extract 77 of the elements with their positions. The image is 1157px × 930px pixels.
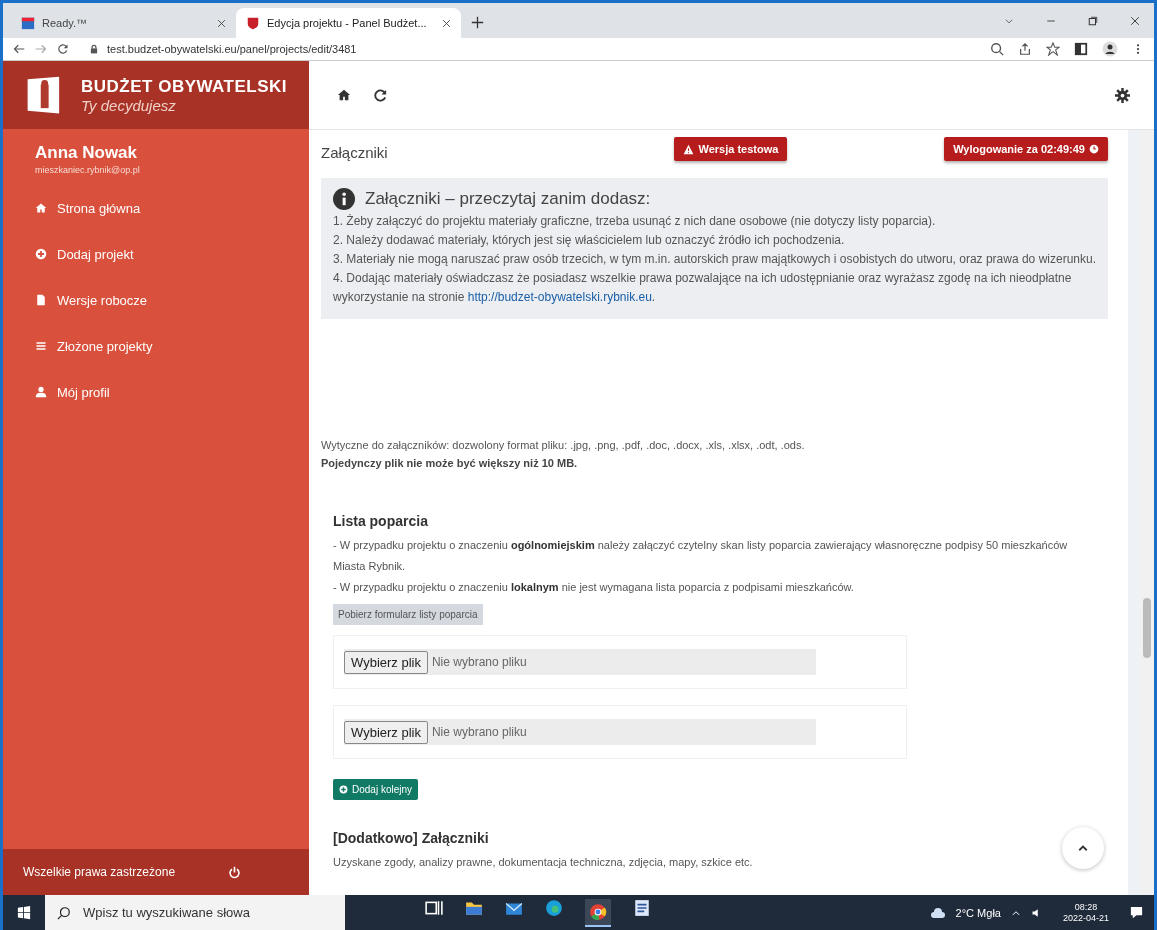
share-icon[interactable] xyxy=(1018,42,1032,56)
size-limit-text: Pojedynczy plik nie może być większy niż 10 MB. xyxy=(321,457,579,469)
panel-icon[interactable] xyxy=(1074,42,1088,56)
add-another-button[interactable]: Dodaj kolejny xyxy=(333,779,419,800)
info-title: Załączniki – przeczytaj zanim dodasz: xyxy=(365,189,651,209)
file-status-text: Nie wybrano pliku xyxy=(431,725,527,739)
star-icon[interactable] xyxy=(1046,42,1060,56)
tab-title: Edycja projektu - Panel Budżet... xyxy=(267,17,428,29)
home-icon xyxy=(35,202,47,214)
shield-icon xyxy=(246,16,260,30)
notification-icon[interactable] xyxy=(1129,905,1144,920)
close-icon[interactable] xyxy=(442,18,451,28)
browser-tab[interactable]: Ready.™ xyxy=(11,8,236,38)
url-text: test.budzet-obywatelski.eu/panel/projects/edit/3481 xyxy=(107,43,357,55)
calendar-icon xyxy=(21,16,35,30)
choose-file-button[interactable]: Wybierz plik xyxy=(344,720,428,744)
back-arrow-icon[interactable] xyxy=(13,43,25,55)
search-icon xyxy=(57,905,71,920)
sidebar-item[interactable]: Złożone projekty xyxy=(3,323,309,369)
zoom-icon[interactable] xyxy=(990,42,1004,56)
info-list-item: 4. Dodając materiały oświadczasz że posiadasz wszelkie prawa pozwalające na ich udostępnianie oraz wyrażasz zgodę na ich nieodpłatne wykorzystanie na stronie http://budzet-obywatelski.rybnik.eu. xyxy=(333,270,1073,306)
user-name: Anna Nowak xyxy=(34,142,139,163)
address-field[interactable]: test.budzet-obywatelski.eu/panel/projects/edit/3481 xyxy=(79,43,980,55)
plus-icon[interactable] xyxy=(471,16,484,29)
sidebar-item[interactable]: Wersje robocze xyxy=(3,277,309,323)
chrome-icon[interactable] xyxy=(585,898,611,927)
choose-file-button[interactable]: Wybierz plik xyxy=(344,650,428,674)
brand-name: BUDŻET OBYWATELSKI xyxy=(81,76,288,97)
sidebar-item[interactable]: Strona główna xyxy=(3,185,309,231)
search-field[interactable]: Wpisz tu wyszukiwane słowa xyxy=(81,904,333,921)
file-status-text: Nie wybrano pliku xyxy=(431,655,527,669)
refresh-icon[interactable] xyxy=(373,87,388,103)
plus-circle-icon xyxy=(339,785,348,794)
file-input[interactable]: Wybierz plik Nie wybrano pliku xyxy=(344,649,816,675)
support-list-text: - W przypadku projektu o znaczeniu ogólnomiejskim należy załączyć czytelny skan listy poparcia zawierający własnoręczne podpisy 50 mieszkańców Miasta Rybnik. xyxy=(333,538,1069,574)
support-list-text: - W przypadku projektu o znaczeniu lokalnym nie jest wymagana lista poparcia z podpisami mieszkańców. xyxy=(333,580,854,595)
warning-icon xyxy=(683,143,695,155)
download-form-button[interactable]: Pobierz formularz listy poparcia xyxy=(333,604,483,625)
sidebar-item[interactable]: Mój profil xyxy=(3,369,309,415)
close-icon[interactable] xyxy=(1130,15,1140,26)
profile-icon[interactable] xyxy=(1102,41,1118,57)
taskbar-search-box[interactable]: Wpisz tu wyszukiwane słowa xyxy=(45,895,345,930)
user-email: mieszkaniec.rybnik@op.pl xyxy=(34,164,141,177)
reload-icon[interactable] xyxy=(57,43,69,55)
sidebar-item[interactable]: Dodaj projekt xyxy=(3,231,309,277)
info-list-item: 2. Należy dodawać materiały, których jest się właścicielem lub oznaczyć źródło ich pochodzenia. xyxy=(333,232,846,249)
file-input[interactable]: Wybierz plik Nie wybrano pliku xyxy=(344,719,816,745)
clock-time: 08:28 xyxy=(1074,901,1098,913)
clock-icon xyxy=(1089,144,1099,154)
website-link[interactable]: http://budzet-obywatelski.rybnik.eu xyxy=(467,290,652,304)
user-icon xyxy=(35,386,47,398)
brand-tagline: Ty decydujesz xyxy=(81,96,177,114)
home-icon[interactable] xyxy=(337,88,351,102)
guidelines-text: Wytyczne do załączników: dozwolony format pliku: .jpg, .png, .pdf, .doc, .docx, .xls, .xlsx, .odt, .ods. xyxy=(321,439,806,451)
subsection-title: [Dodatkowo] Załączniki xyxy=(333,830,490,846)
browser-tab[interactable]: Edycja projektu - Panel Budżet... xyxy=(236,8,461,38)
list-icon xyxy=(35,340,47,352)
extra-description: Uzyskane zgody, analizy prawne, dokumentacja techniczna, zdjęcia, mapy, szkice etc. xyxy=(333,855,753,870)
restore-icon[interactable] xyxy=(1088,15,1098,26)
info-list-item: 1. Żeby załączyć do projektu materiały graficzne, trzeba usunąć z nich dane osobowe (nie dotyczy listy poparcia). xyxy=(333,213,937,230)
info-list-item: 3. Materiały nie mogą naruszać praw osób trzecich, w tym m.in. autorskich praw majątkowych i osobistych do utworu, oraz prawa do wizerunku. xyxy=(333,251,1096,268)
logout-timer-badge: Wylogowanie za 02:49:49 xyxy=(944,137,1108,161)
power-icon[interactable] xyxy=(228,865,241,879)
subsection-title: Lista poparcia xyxy=(333,513,429,529)
settings-icon[interactable] xyxy=(1115,87,1130,103)
plus-circle-icon xyxy=(35,248,47,260)
section-title: Załączniki xyxy=(321,143,388,161)
copyright-text: Wszelkie prawa zastrzeżone xyxy=(23,865,176,879)
info-icon xyxy=(333,188,355,210)
weather-text: 2°C Mgła xyxy=(955,906,1001,919)
scrollbar-thumb[interactable] xyxy=(1143,598,1151,658)
lock-icon xyxy=(89,44,99,54)
close-icon[interactable] xyxy=(217,18,226,28)
test-version-badge: Wersja testowa xyxy=(674,137,788,161)
tab-title: Ready.™ xyxy=(42,17,89,29)
file-icon xyxy=(35,294,47,306)
clock-date: 2022-04-21 xyxy=(1062,912,1109,924)
